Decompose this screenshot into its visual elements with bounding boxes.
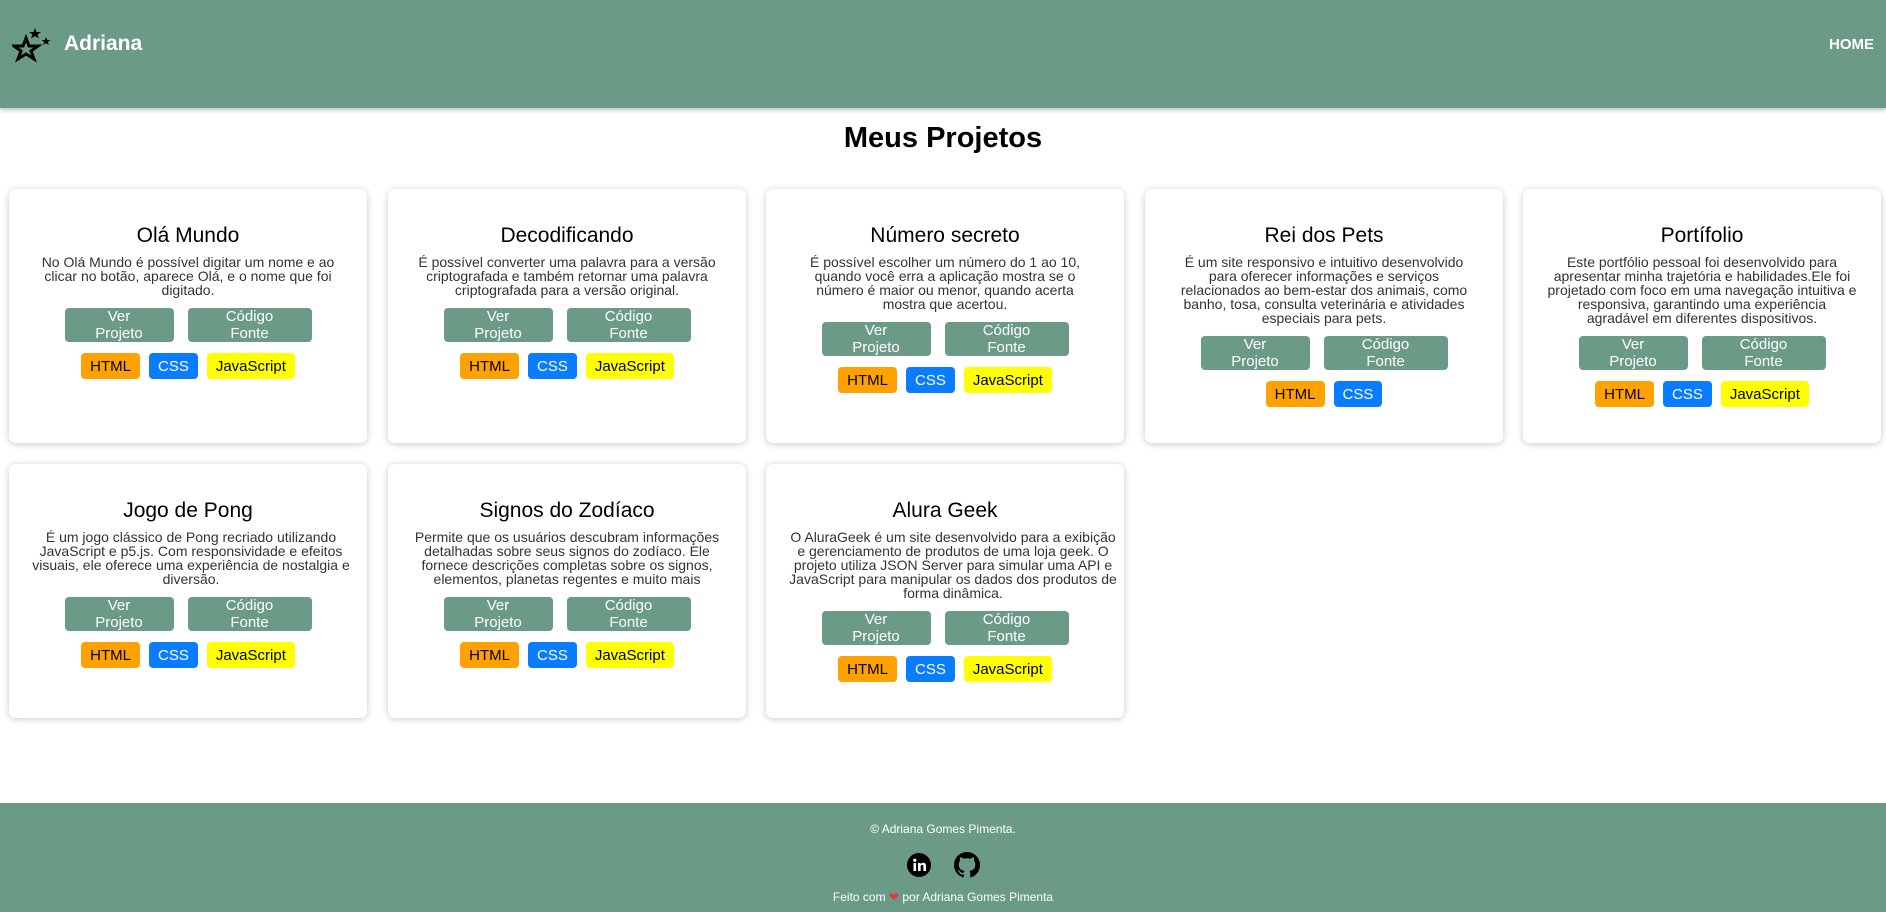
logo[interactable] (12, 26, 54, 66)
project-card: Rei dos Pets É um site responsivo e intui… (1145, 189, 1503, 443)
project-title: Número secreto (870, 224, 1020, 247)
project-title: Alura Geek (892, 499, 998, 522)
linkedin-link[interactable] (906, 852, 932, 878)
tech-tags: HTML CSS JavaScript (31, 353, 345, 379)
project-actions: Ver Projeto Código Fonte (1167, 336, 1481, 370)
tag-html: HTML (81, 353, 140, 379)
github-icon (954, 852, 980, 878)
copyright-text: © Adriana Gomes Pimenta. (870, 822, 1016, 836)
tag-css: CSS (148, 642, 198, 668)
tag-js: JavaScript (963, 656, 1052, 682)
tag-html: HTML (838, 656, 897, 682)
project-card: Portífolio Este portfólio pessoal foi des… (1523, 189, 1881, 443)
view-project-button[interactable]: Ver Projeto (64, 597, 174, 631)
project-title: Decodificando (500, 224, 634, 247)
tag-css: CSS (527, 353, 577, 379)
project-actions: Ver Projeto Código Fonte (1545, 336, 1859, 370)
github-link[interactable] (954, 852, 980, 878)
site-header: Adriana HOME (0, 0, 1886, 108)
tech-tags: HTML CSS (1167, 381, 1481, 407)
source-code-button[interactable]: Código Fonte (566, 308, 691, 342)
tag-css: CSS (148, 353, 198, 379)
page-title: Meus Projetos (843, 122, 1043, 154)
tech-tags: HTML CSS JavaScript (1545, 381, 1859, 407)
project-description: No Olá Mundo é possível digitar um nome … (41, 254, 335, 298)
tag-css: CSS (905, 656, 955, 682)
source-code-button[interactable]: Código Fonte (187, 308, 312, 342)
tag-html: HTML (1265, 381, 1325, 407)
project-actions: Ver Projeto Código Fonte (788, 611, 1102, 645)
tech-tags: HTML CSS JavaScript (410, 642, 724, 668)
tag-js: JavaScript (963, 367, 1052, 393)
tag-css: CSS (1333, 381, 1383, 407)
view-project-button[interactable]: Ver Projeto (443, 597, 553, 631)
project-description: Permite que os usuários descubram inform… (414, 529, 720, 587)
view-project-button[interactable]: Ver Projeto (64, 308, 174, 342)
nav-home-link[interactable]: HOME (1829, 36, 1874, 53)
tag-html: HTML (460, 353, 519, 379)
project-description: É um site responsivo e intuitivo desenvo… (1180, 254, 1468, 326)
project-description: Este portfólio pessoal foi desenvolvido … (1547, 254, 1857, 326)
project-card: Número secreto É possível escolher um núm… (766, 189, 1124, 443)
tech-tags: HTML CSS JavaScript (410, 353, 724, 379)
project-title: Olá Mundo (136, 224, 240, 247)
brand-name[interactable]: Adriana (64, 32, 142, 56)
project-description: É possível escolher um número do 1 ao 10… (809, 254, 1081, 312)
tech-tags: HTML CSS JavaScript (31, 642, 345, 668)
source-code-button[interactable]: Código Fonte (566, 597, 691, 631)
project-description: É um jogo clássico de Pong recriado util… (32, 529, 350, 587)
tag-html: HTML (460, 642, 519, 668)
view-project-button[interactable]: Ver Projeto (821, 322, 931, 356)
heart-icon: ❤ (888, 890, 899, 904)
project-card: Decodificando É possível converter uma pa… (388, 189, 746, 443)
tag-css: CSS (527, 642, 577, 668)
project-card: Olá Mundo No Olá Mundo é possível digitar… (9, 189, 367, 443)
tag-html: HTML (81, 642, 140, 668)
source-code-button[interactable]: Código Fonte (944, 322, 1069, 356)
tag-css: CSS (1662, 381, 1712, 407)
source-code-button[interactable]: Código Fonte (187, 597, 312, 631)
tag-html: HTML (1595, 381, 1654, 407)
made-with-prefix: Feito com (832, 890, 886, 904)
view-project-button[interactable]: Ver Projeto (821, 611, 931, 645)
project-card: Signos do Zodíaco Permite que os usuários… (388, 464, 746, 718)
project-title: Signos do Zodíaco (479, 499, 655, 522)
view-project-button[interactable]: Ver Projeto (1200, 336, 1310, 370)
source-code-button[interactable]: Código Fonte (944, 611, 1069, 645)
project-actions: Ver Projeto Código Fonte (31, 308, 345, 342)
tech-tags: HTML CSS JavaScript (788, 656, 1102, 682)
social-links (0, 852, 1886, 878)
site-footer: © Adriana Gomes Pimenta. Feito com ❤ por… (0, 803, 1886, 912)
view-project-button[interactable]: Ver Projeto (1578, 336, 1688, 370)
linkedin-icon (907, 853, 931, 877)
view-project-button[interactable]: Ver Projeto (443, 308, 553, 342)
source-code-button[interactable]: Código Fonte (1323, 336, 1448, 370)
tag-js: JavaScript (1720, 381, 1809, 407)
project-title: Rei dos Pets (1264, 224, 1384, 247)
tag-js: JavaScript (585, 353, 674, 379)
source-code-button[interactable]: Código Fonte (1701, 336, 1826, 370)
tech-tags: HTML CSS JavaScript (788, 367, 1102, 393)
tag-js: JavaScript (206, 642, 295, 668)
project-actions: Ver Projeto Código Fonte (788, 322, 1102, 356)
project-actions: Ver Projeto Código Fonte (410, 597, 724, 631)
stars-icon (12, 28, 51, 63)
project-title: Jogo de Pong (123, 499, 253, 522)
project-card: Jogo de Pong É um jogo clássico de Pong r… (9, 464, 367, 718)
made-with-suffix: por Adriana Gomes Pimenta (902, 890, 1054, 904)
tag-js: JavaScript (206, 353, 295, 379)
tag-css: CSS (905, 367, 955, 393)
project-actions: Ver Projeto Código Fonte (31, 597, 345, 631)
tag-js: JavaScript (585, 642, 674, 668)
made-with-text: Feito com ❤ por Adriana Gomes Pimenta (0, 890, 1886, 904)
project-description: É possível converter uma palavra para a … (418, 254, 716, 298)
project-description: O AluraGeek é um site desenvolvido para … (789, 529, 1117, 601)
project-title: Portífolio (1660, 224, 1744, 247)
tag-html: HTML (838, 367, 897, 393)
project-card: Alura Geek O AluraGeek é um site desenvol… (766, 464, 1124, 718)
project-actions: Ver Projeto Código Fonte (410, 308, 724, 342)
